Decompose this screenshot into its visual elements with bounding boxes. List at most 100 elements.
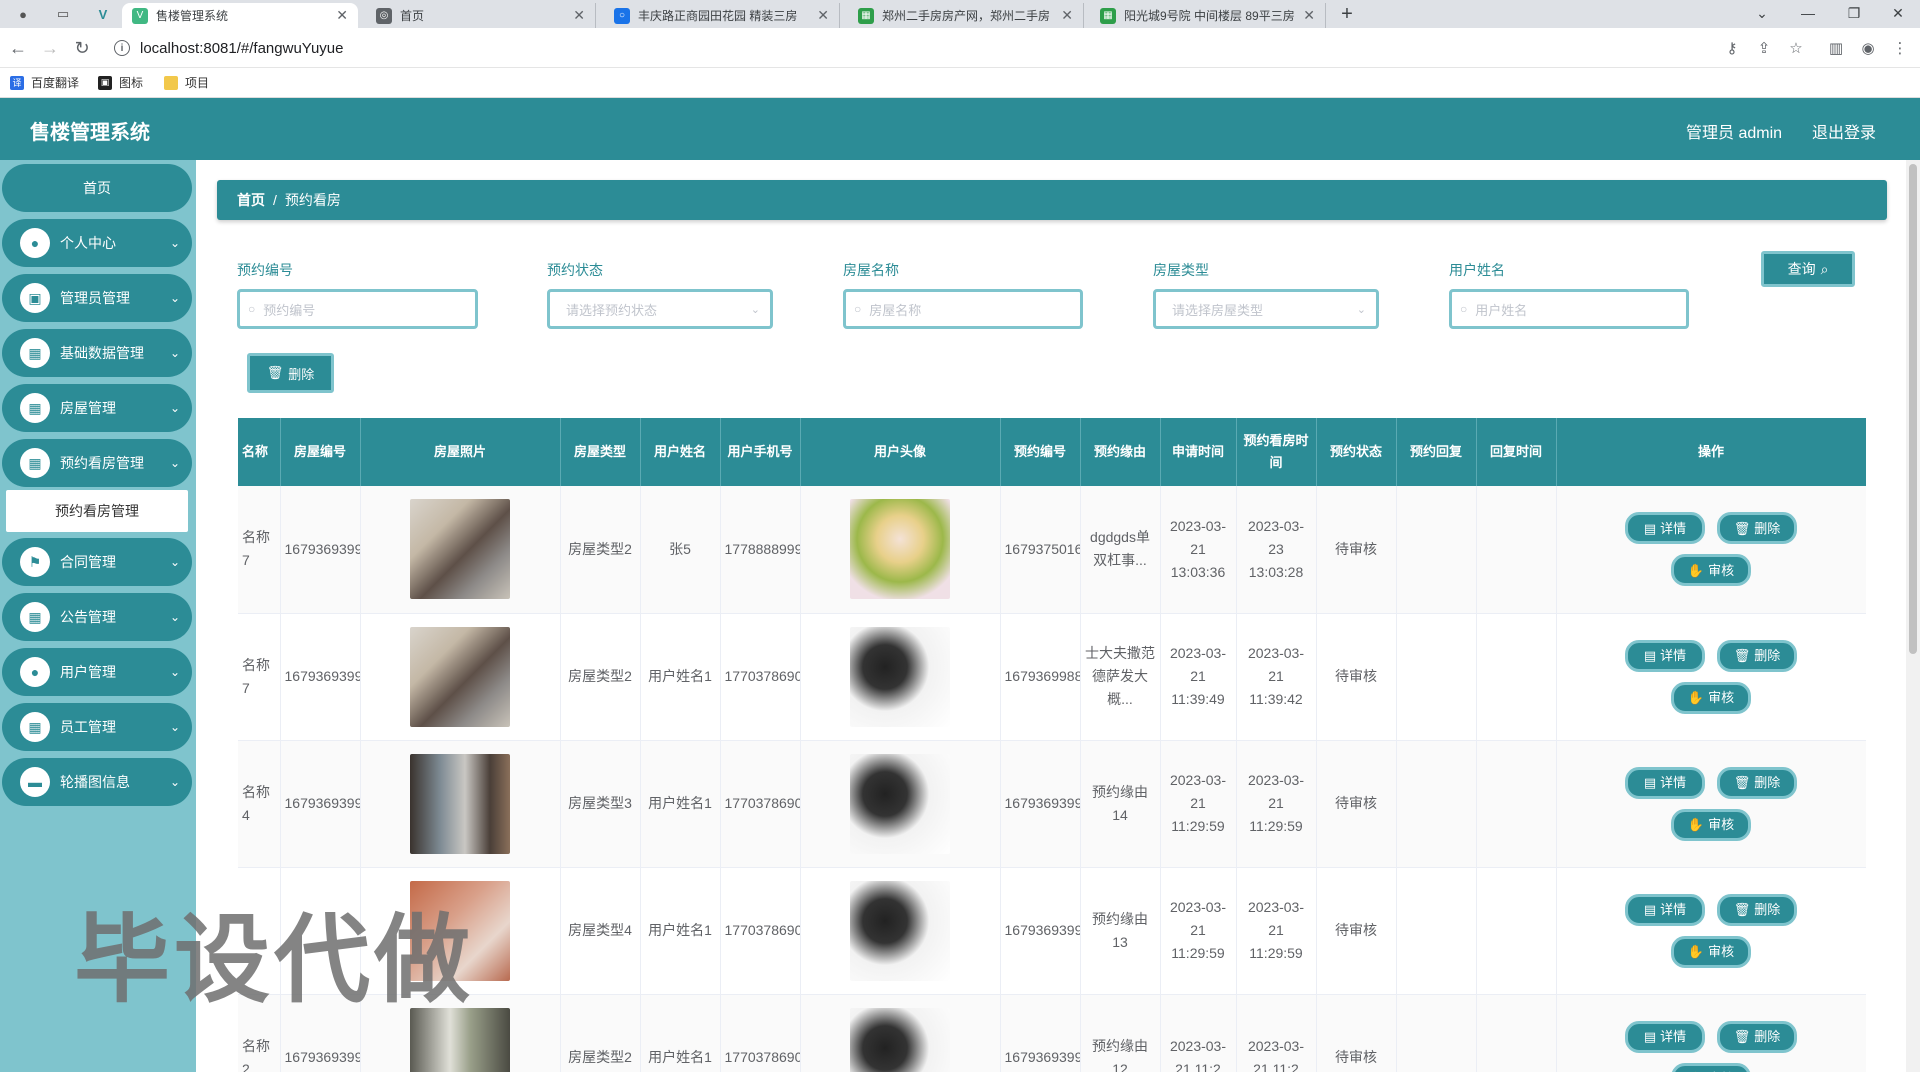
forward-icon[interactable]: →	[38, 36, 62, 60]
cell-reason: dgdgds单双杠事...	[1080, 486, 1161, 614]
table-row: 名称21679369399920房屋类型2用户姓名117703786901167…	[238, 994, 1866, 1072]
chevron-down-icon: ⌄	[169, 291, 180, 305]
restore-icon[interactable]: ❐	[1834, 2, 1874, 24]
new-tab-button[interactable]: +	[1335, 3, 1359, 25]
profile-icon[interactable]: ◉	[1858, 38, 1878, 58]
avatar[interactable]	[850, 753, 950, 854]
close-icon[interactable]: ✕	[573, 7, 585, 24]
col-header: 回复时间	[1476, 418, 1557, 486]
reload-icon[interactable]: ↻	[70, 36, 94, 60]
sidebar-item-users[interactable]: ● 用户管理 ⌄	[2, 648, 192, 696]
tab-listing-3[interactable]: ▦ 阳光城9号院 中间楼层 89平三房 ✕	[1090, 3, 1326, 28]
tab-title: 阳光城9号院 中间楼层 89平三房	[1124, 9, 1295, 23]
sidebar-item-houses[interactable]: ▦ 房屋管理 ⌄	[2, 384, 192, 432]
avatar[interactable]	[850, 499, 950, 600]
house-photo[interactable]	[410, 626, 510, 727]
review-button[interactable]: ✋审核	[1671, 935, 1751, 968]
info-icon[interactable]: i	[114, 40, 130, 56]
sidebar-item-home[interactable]: 首页	[2, 164, 192, 212]
sidebar-item-profile[interactable]: ● 个人中心 ⌄	[2, 219, 192, 267]
list-icon: ▤	[1643, 902, 1657, 917]
sidebar-item-staff[interactable]: ▦ 员工管理 ⌄	[2, 703, 192, 751]
url-field[interactable]: i localhost:8081/#/fangwuYuyue	[106, 33, 1746, 63]
logout-link[interactable]: 退出登录	[1812, 119, 1876, 143]
house-name-input[interactable]: ○ 房屋名称	[843, 289, 1083, 329]
page-scrollbar[interactable]	[1906, 160, 1920, 1072]
avatar[interactable]	[850, 626, 950, 727]
close-icon[interactable]: ✕	[336, 7, 348, 24]
chevron-down-icon: ⌄	[169, 775, 180, 789]
chrome-menu-icon[interactable]: ●	[8, 3, 38, 25]
submenu-appointment-management[interactable]: 预约看房管理	[6, 490, 188, 532]
tab-listing-2[interactable]: ▦ 郑州二手房房产网，郑州二手房 ✕	[848, 3, 1084, 28]
kebab-menu-icon[interactable]: ⋮	[1890, 38, 1910, 58]
tab-home[interactable]: ◎ 首页 ✕	[366, 3, 596, 28]
sidepanel-icon[interactable]: ▥	[1826, 38, 1846, 58]
chevron-down-icon: ⌄	[169, 401, 180, 415]
hand-icon: ✋	[1687, 817, 1705, 832]
review-button[interactable]: ✋审核	[1671, 808, 1751, 841]
key-icon[interactable]: ⚷	[1722, 38, 1742, 58]
action-label: 删除	[1754, 1029, 1781, 1044]
hand-icon: ✋	[1687, 944, 1705, 959]
delete-button[interactable]: 🗑 删除	[1717, 893, 1797, 926]
cell-phone: 17703786901	[720, 613, 801, 741]
review-button[interactable]: ✋审核	[1671, 681, 1751, 714]
close-icon[interactable]: ✕	[817, 7, 829, 24]
trash-icon: 🗑	[1733, 775, 1751, 790]
house-photo[interactable]	[410, 499, 510, 600]
delete-button[interactable]: 🗑 删除	[1717, 512, 1797, 545]
detail-button[interactable]: ▤ 详情	[1625, 512, 1705, 545]
action-label: 审核	[1708, 562, 1735, 578]
vue-tab-icon[interactable]: V	[88, 3, 118, 25]
search-icon: ⌕	[1820, 260, 1829, 277]
bookmark-item[interactable]: 项目	[164, 74, 209, 91]
scrollbar-thumb[interactable]	[1909, 164, 1917, 654]
review-button[interactable]: ✋审核	[1671, 1062, 1751, 1072]
delete-button[interactable]: 🗑 删除	[1717, 639, 1797, 672]
user-name-input[interactable]: ○ 用户姓名	[1449, 289, 1689, 329]
avatar[interactable]	[850, 1007, 950, 1072]
sidebar-item-admins[interactable]: ▣ 管理员管理 ⌄	[2, 274, 192, 322]
share-icon[interactable]: ⇪	[1754, 38, 1774, 58]
sidebar-item-carousel[interactable]: ▬ 轮播图信息 ⌄	[2, 758, 192, 806]
bookmark-item[interactable]: 译 百度翻译	[10, 74, 79, 91]
tab-title: 丰庆路正商园田花园 精装三房	[638, 9, 798, 23]
star-icon[interactable]: ☆	[1786, 38, 1806, 58]
close-icon[interactable]: ✕	[1303, 7, 1315, 24]
batch-delete-button[interactable]: 🗑 删除	[247, 353, 334, 393]
status-select[interactable]: 请选择预约状态 ⌄	[547, 289, 773, 329]
tab-listing-1[interactable]: ○ 丰庆路正商园田花园 精装三房 ✕	[604, 3, 840, 28]
bookmark-item[interactable]: ▣ 图标	[98, 74, 143, 91]
close-window-icon[interactable]: ✕	[1878, 2, 1918, 24]
appt-no-input[interactable]: ○ 预约编号	[237, 289, 478, 329]
col-header: 预约看房时间	[1236, 418, 1317, 486]
admin-label: 管理员 admin	[1686, 125, 1783, 142]
house-photo[interactable]	[410, 753, 510, 854]
sidebar-item-contracts[interactable]: ⚑ 合同管理 ⌄	[2, 538, 192, 586]
detail-button[interactable]: ▤ 详情	[1625, 639, 1705, 672]
sidebar-item-basic-data[interactable]: ▦ 基础数据管理 ⌄	[2, 329, 192, 377]
col-header: 预约缘由	[1080, 418, 1161, 486]
cell-appt-no: 1679369399920	[1000, 867, 1081, 995]
avatar[interactable]	[850, 880, 950, 981]
detail-button[interactable]: ▤ 详情	[1625, 893, 1705, 926]
delete-button[interactable]: 🗑 删除	[1717, 766, 1797, 799]
cell-type: 房屋类型2	[560, 613, 641, 741]
minimize-icon[interactable]: —	[1788, 2, 1828, 24]
detail-button[interactable]: ▤ 详情	[1625, 766, 1705, 799]
tab-active[interactable]: V 售楼管理系统 ✕	[122, 3, 358, 28]
close-icon[interactable]: ✕	[1061, 7, 1073, 24]
sidebar-item-notices[interactable]: ▦ 公告管理 ⌄	[2, 593, 192, 641]
cell-phone: 17703786901	[720, 740, 801, 868]
house-type-select[interactable]: 请选择房屋类型 ⌄	[1153, 289, 1379, 329]
query-button[interactable]: 查询 ⌕	[1761, 251, 1855, 287]
pinned-tab-icon[interactable]: ▭	[48, 3, 78, 25]
detail-button[interactable]: ▤ 详情	[1625, 1020, 1705, 1053]
delete-button[interactable]: 🗑 删除	[1717, 1020, 1797, 1053]
breadcrumb-home[interactable]: 首页	[237, 190, 265, 210]
back-icon[interactable]: ←	[6, 36, 30, 60]
review-button[interactable]: ✋审核	[1671, 554, 1751, 587]
tab-search-icon[interactable]: ⌄	[1742, 2, 1782, 24]
sidebar-item-appointments[interactable]: ▦ 预约看房管理 ⌄	[2, 439, 192, 487]
